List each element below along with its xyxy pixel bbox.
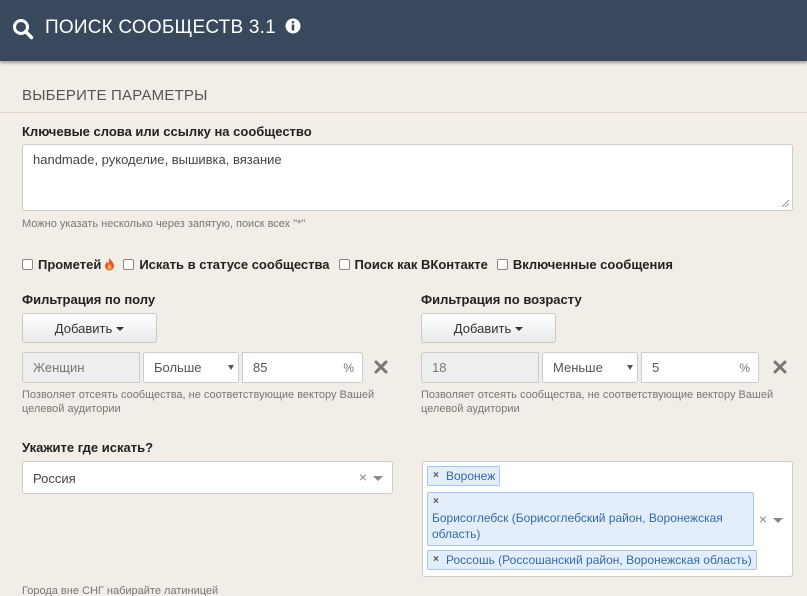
checkbox-status-search-label[interactable]: Искать в статусе сообщества	[139, 257, 329, 272]
gender-add-button[interactable]: Добавить	[22, 313, 157, 343]
gender-value: Женщин	[33, 360, 85, 375]
keywords-hint: Можно указать несколько через запятую, п…	[22, 218, 306, 230]
chevron-down-icon[interactable]	[373, 476, 383, 481]
gender-add-label: Добавить	[54, 320, 113, 336]
age-value: 18	[432, 360, 447, 375]
gender-amount-input[interactable]: 85 %	[242, 352, 363, 383]
cities-select[interactable]: × Воронеж × Борисоглебск (Борисоглебский…	[422, 461, 793, 577]
city-tag-label: Борисоглебск (Борисоглебский район, Воро…	[432, 511, 723, 541]
age-hint: Позволяет отсеять сообщества, не соответ…	[421, 389, 774, 415]
age-amount-value: 5	[652, 360, 660, 375]
keywords-label: Ключевые слова или ссылку на сообщество	[22, 124, 312, 139]
checkbox-messages-enabled[interactable]	[496, 258, 508, 270]
age-unit: %	[739, 361, 750, 375]
city-tag: × Борисоглебск (Борисоглебский район, Во…	[427, 492, 754, 546]
city-tag-label: Россошь (Россошанский район, Воронежская…	[446, 553, 752, 567]
checkbox-messages-enabled-label[interactable]: Включенные сообщения	[513, 257, 673, 272]
gender-hint: Позволяет отсеять сообщества, не соответ…	[22, 389, 375, 415]
caret-down-icon	[515, 326, 524, 331]
age-filter-label: Фильтрация по возрасту	[421, 292, 582, 307]
location-hint: Города вне СНГ набирайте латиницей	[22, 585, 219, 596]
gender-operator-value: Больше	[154, 360, 202, 375]
age-amount-input[interactable]: 5 %	[641, 352, 759, 383]
gender-amount-value: 85	[253, 360, 268, 375]
search-icon[interactable]	[12, 18, 34, 40]
age-value-field: 18	[421, 352, 539, 383]
checkbox-prometheus[interactable]	[22, 258, 33, 270]
gender-operator-select[interactable]: Больше	[143, 352, 239, 383]
keywords-textarea[interactable]: handmade, рукоделие, вышивка, вязание	[22, 144, 793, 211]
tag-remove-icon[interactable]: ×	[433, 468, 439, 484]
gender-filter-label: Фильтрация по полу	[22, 292, 156, 307]
checkbox-vk-search-label[interactable]: Поиск как ВКонтакте	[355, 257, 488, 272]
checkbox-vk-search[interactable]	[338, 258, 350, 270]
resize-grip-icon[interactable]	[781, 199, 789, 207]
select-arrow-icon	[228, 365, 234, 370]
age-operator-value: Меньше	[553, 360, 603, 375]
city-tag: × Воронеж	[427, 466, 501, 486]
location-label: Укажите где искать?	[22, 440, 154, 455]
cities-clear-icon[interactable]: ×	[759, 511, 767, 527]
tag-remove-icon[interactable]: ×	[433, 552, 439, 568]
app-title: ПОИСК СООБЩЕСТВ 3.1	[45, 17, 276, 38]
city-tag: × Россошь (Россошанский район, Воронежск…	[427, 550, 757, 570]
info-icon[interactable]	[285, 18, 301, 34]
section-title: ВЫБЕРИТЕ ПАРАМЕТРЫ	[22, 87, 208, 104]
city-tag-label: Воронеж	[446, 469, 496, 483]
age-remove-icon[interactable]	[773, 360, 787, 374]
app-header: ПОИСК СООБЩЕСТВ 3.1	[0, 0, 807, 61]
age-add-label: Добавить	[453, 320, 512, 336]
country-value: Россия	[33, 471, 76, 486]
country-clear-icon[interactable]: ×	[359, 469, 367, 485]
gender-value-field: Женщин	[22, 352, 140, 383]
age-operator-select[interactable]: Меньше	[542, 352, 638, 383]
gender-remove-icon[interactable]	[374, 360, 388, 374]
tag-remove-icon[interactable]: ×	[433, 494, 439, 510]
country-select[interactable]: Россия ×	[22, 461, 393, 494]
fire-icon	[105, 257, 115, 270]
chevron-down-icon[interactable]	[773, 518, 783, 523]
checkbox-prometheus-label[interactable]: Прометей	[38, 257, 101, 272]
age-add-button[interactable]: Добавить	[421, 313, 556, 343]
checkbox-status-search[interactable]	[123, 258, 135, 270]
caret-down-icon	[116, 326, 125, 331]
keywords-value: handmade, рукоделие, вышивка, вязание	[33, 152, 282, 167]
options-checkboxes: Прометей Искать в статусе сообщества Пои…	[22, 256, 682, 272]
gender-unit: %	[343, 361, 354, 375]
select-arrow-icon	[627, 365, 633, 370]
section-divider	[0, 112, 807, 113]
